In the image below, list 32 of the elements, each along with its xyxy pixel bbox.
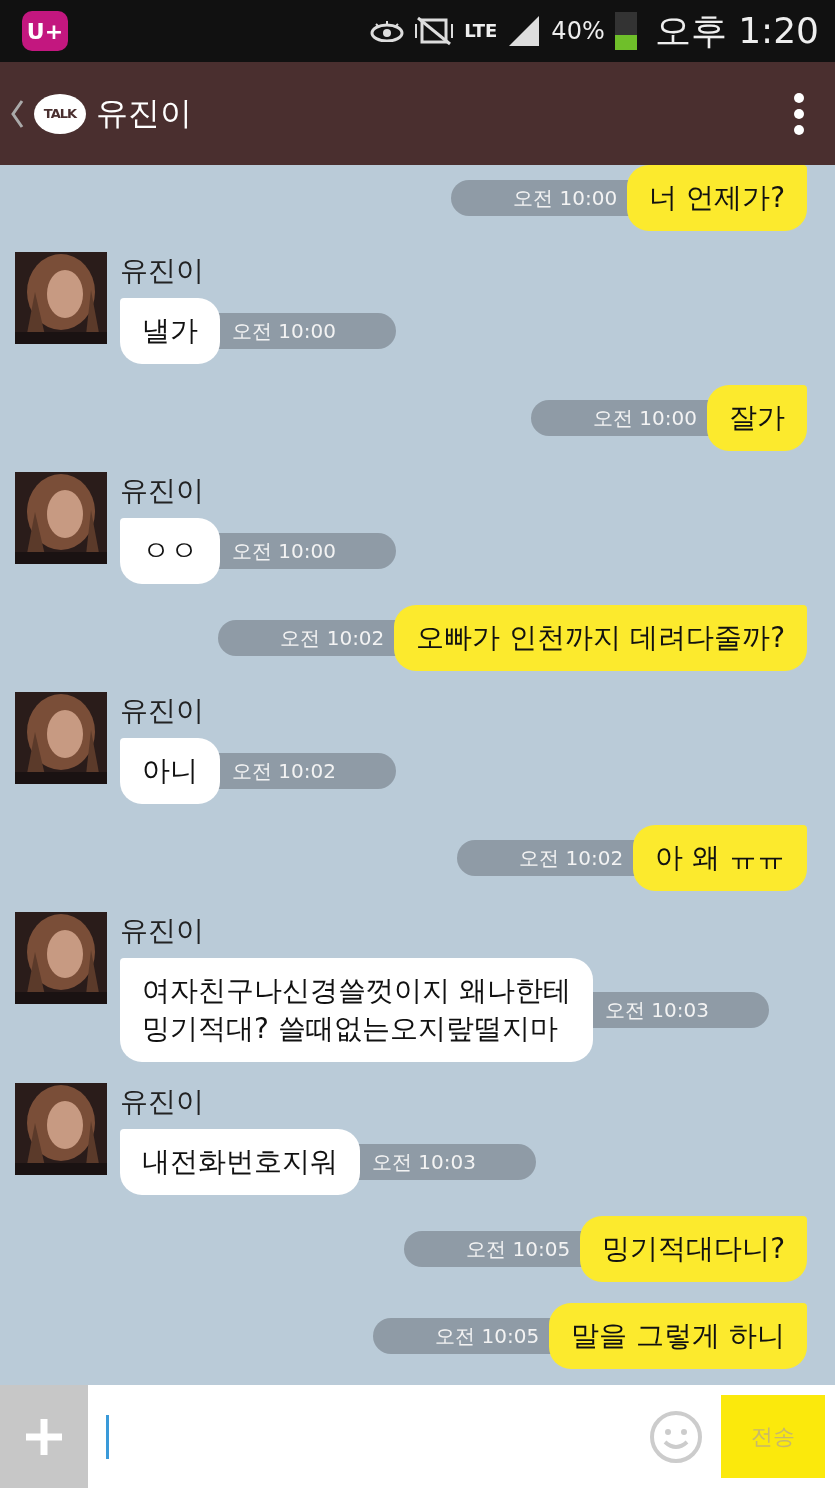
sender-name: 유진이 bbox=[120, 913, 205, 949]
sender-name: 유진이 bbox=[120, 693, 205, 729]
send-button[interactable]: 전송 bbox=[721, 1395, 825, 1478]
received-message: 여자친구나신경쓸껏이지 왜나한테 밍기적대? 쓸때없는오지랖떨지마 bbox=[120, 958, 593, 1062]
received-message: 아니 bbox=[120, 738, 220, 804]
sender-name: 유진이 bbox=[120, 473, 205, 509]
sent-message: 오빠가 인천까지 데려다줄까? bbox=[394, 605, 807, 671]
sent-message: 너 언제가? bbox=[627, 165, 807, 231]
received-message: 낼가 bbox=[120, 298, 220, 364]
more-icon[interactable] bbox=[793, 91, 805, 136]
sender-name: 유진이 bbox=[120, 253, 205, 289]
received-message: 내전화번호지워 bbox=[120, 1129, 360, 1195]
sent-message: 잘가 bbox=[707, 385, 807, 451]
sent-message: 말을 그렇게 하니 bbox=[549, 1303, 807, 1369]
plus-icon bbox=[24, 1416, 64, 1457]
muted-vibrate-icon bbox=[414, 16, 455, 46]
network-label: LTE bbox=[464, 22, 498, 40]
emoticon-icon[interactable] bbox=[649, 1409, 703, 1464]
sender-name: 유진이 bbox=[120, 1084, 205, 1120]
battery-icon bbox=[614, 12, 637, 50]
signal-icon bbox=[507, 16, 542, 46]
eye-icon bbox=[370, 20, 405, 42]
app-logo: TALK bbox=[34, 93, 86, 134]
clock: 오후 1:20 bbox=[654, 8, 819, 53]
received-message: ㅇㅇ bbox=[120, 518, 220, 584]
battery-percent: 40% bbox=[551, 17, 605, 45]
sent-message: 아 왜 ㅠㅠ bbox=[633, 825, 807, 891]
chat-title: 유진이 bbox=[96, 92, 192, 134]
carrier-logo: U+ bbox=[22, 11, 68, 51]
sent-message: 밍기적대다니? bbox=[580, 1216, 807, 1282]
back-icon[interactable] bbox=[10, 98, 24, 129]
attach-button[interactable] bbox=[0, 1385, 88, 1488]
